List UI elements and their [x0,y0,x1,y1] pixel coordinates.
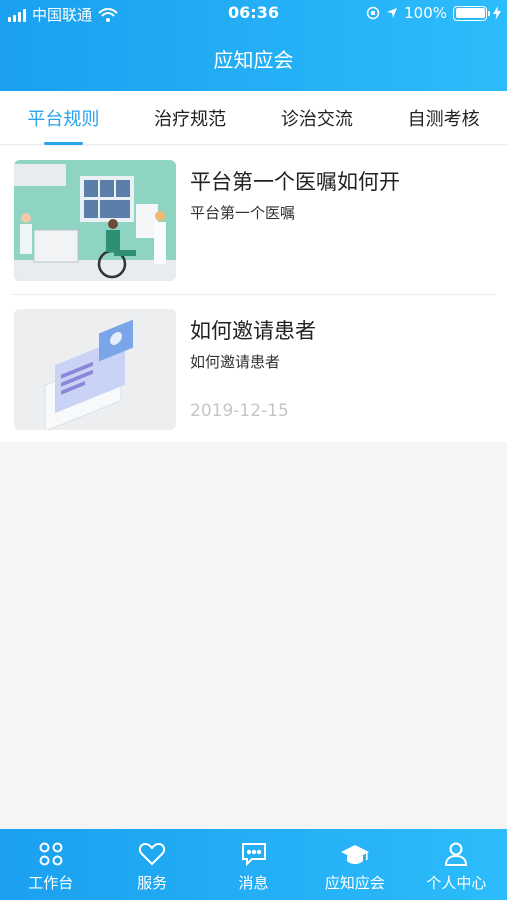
graduation-cap-icon [340,845,369,864]
tabbar-label: 应知应会 [324,874,385,892]
tabbar-label: 服务 [137,874,168,892]
tabbar-item-service[interactable]: 服务 [101,829,202,900]
article-list: 平台第一个医嘱如何开 平台第一个医嘱 如何邀请患者 如何邀请患者 2019-12… [0,146,507,442]
battery-percent: 100% [404,4,447,22]
article-thumbnail [14,160,176,281]
article-date: 2019-12-15 [190,401,289,421]
grid-icon [39,842,63,866]
list-item[interactable]: 如何邀请患者 如何邀请患者 2019-12-15 [12,294,495,442]
article-subtitle: 如何邀请患者 [190,353,281,371]
bottom-tab-bar: 工作台 服务 消息 应知应会 个人中心 [0,829,507,900]
battery-icon [453,5,490,21]
article-title: 平台第一个医嘱如何开 [190,170,400,194]
charging-icon [493,6,501,20]
article-title: 如何邀请患者 [190,319,316,343]
person-icon [445,842,468,866]
status-bar: 中国联通 06:36 100% [0,0,507,28]
tabbar-item-messages[interactable]: 消息 [203,829,304,900]
tabbar-label: 工作台 [28,874,74,892]
tabbar-item-profile[interactable]: 个人中心 [406,829,507,900]
tabbar-item-workbench[interactable]: 工作台 [0,829,101,900]
tabbar-item-knowledge[interactable]: 应知应会 [304,829,405,900]
tab-diagnosis-exchange[interactable]: 诊治交流 [254,91,381,144]
article-thumbnail [14,309,176,430]
orientation-lock-icon [366,6,380,20]
page-title: 应知应会 [213,48,294,72]
category-tabs: 平台规则 治疗规范 诊治交流 自测考核 [0,91,507,145]
article-subtitle: 平台第一个医嘱 [190,204,296,222]
tabbar-label: 个人中心 [426,874,487,892]
tabbar-label: 消息 [238,874,269,892]
tab-platform-rules[interactable]: 平台规则 [0,91,127,145]
header: 中国联通 06:36 100% 应知应会 [0,0,507,91]
message-icon [241,843,266,867]
heart-icon [139,842,166,866]
location-icon [387,8,398,18]
list-item[interactable]: 平台第一个医嘱如何开 平台第一个医嘱 [12,146,495,294]
tab-treatment-norms[interactable]: 治疗规范 [127,91,254,144]
tab-self-test[interactable]: 自测考核 [380,91,507,144]
